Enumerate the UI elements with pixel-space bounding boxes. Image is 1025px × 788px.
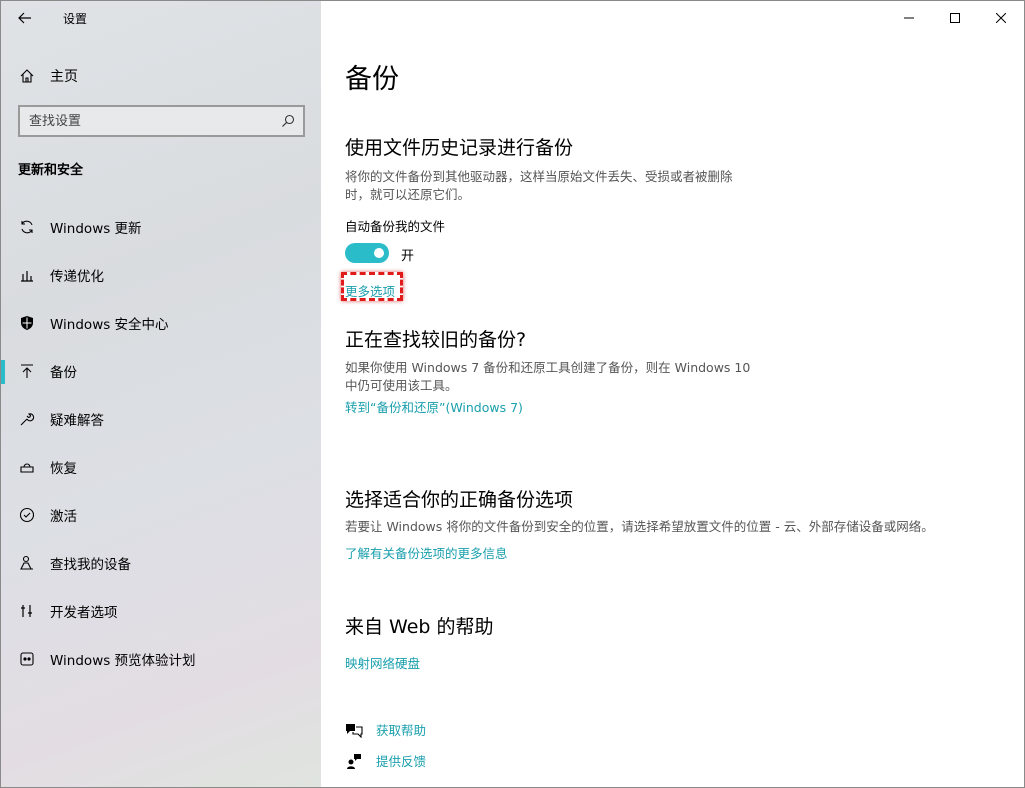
web-help-heading: 来自 Web 的帮助 <box>345 616 494 638</box>
sidebar-item-label: 疑难解答 <box>50 413 104 429</box>
back-arrow-icon <box>18 12 31 24</box>
toggle-knob <box>374 248 384 258</box>
backup-restore-link[interactable]: 转到“备份和还原”(Windows 7) <box>345 397 523 416</box>
auto-backup-label: 自动备份我的文件 <box>345 219 446 234</box>
sidebar-item-label: Windows 安全中心 <box>50 317 169 333</box>
sidebar-item-label: Windows 预览体验计划 <box>50 653 196 669</box>
sidebar-item-recovery[interactable]: 恢复 <box>1 443 321 491</box>
chat-help-icon <box>345 722 363 738</box>
sidebar-item-windows-update[interactable]: Windows 更新 <box>1 203 321 251</box>
desc-line: 将你的文件备份到其他驱动器，这样当原始文件丢失、受损或者被删除 <box>345 169 733 184</box>
minimize-button[interactable] <box>886 1 932 35</box>
maximize-button[interactable] <box>932 1 978 35</box>
delivery-icon <box>18 267 36 283</box>
older-backup-desc: 如果你使用 Windows 7 备份和还原工具创建了备份，则在 Windows … <box>345 359 750 395</box>
backup-icon <box>18 363 36 379</box>
search-box[interactable] <box>18 105 305 137</box>
search-input[interactable] <box>29 113 259 129</box>
insider-icon <box>18 651 36 667</box>
sidebar-home[interactable]: 主页 <box>1 59 321 93</box>
developer-icon <box>18 603 36 619</box>
sidebar-item-windows-insider[interactable]: Windows 预览体验计划 <box>1 635 321 683</box>
sidebar-item-backup[interactable]: 备份 <box>1 347 321 395</box>
home-label: 主页 <box>50 69 78 85</box>
desc-line: 如果你使用 Windows 7 备份和还原工具创建了备份，则在 Windows … <box>345 360 751 375</box>
more-options-link[interactable]: 更多选项 <box>345 281 395 300</box>
file-history-desc: 将你的文件备份到其他驱动器，这样当原始文件丢失、受损或者被删除 时，就可以还原它… <box>345 168 733 204</box>
refresh-icon <box>18 219 36 235</box>
recovery-icon <box>18 459 36 475</box>
section-title: 更新和安全 <box>18 163 84 178</box>
get-help-link[interactable]: 获取帮助 <box>345 720 426 739</box>
learn-more-link[interactable]: 了解有关备份选项的更多信息 <box>345 543 508 562</box>
window-controls <box>886 1 1024 35</box>
file-history-heading: 使用文件历史记录进行备份 <box>345 137 574 159</box>
desc-line: 中仍可使用该工具。 <box>345 378 458 393</box>
desc-line: 时，就可以还原它们。 <box>345 187 471 202</box>
sidebar-item-label: 备份 <box>50 365 77 381</box>
main-panel: 备份 使用文件历史记录进行备份 将你的文件备份到其他驱动器，这样当原始文件丢失、… <box>321 1 1024 787</box>
minimize-icon <box>904 17 914 19</box>
wrench-icon <box>18 411 36 427</box>
feedback-label: 提供反馈 <box>376 754 427 769</box>
sidebar-item-troubleshoot[interactable]: 疑难解答 <box>1 395 321 443</box>
sidebar: 设置 主页 更新和安全 Windows 更新 传 <box>1 1 321 787</box>
close-button[interactable] <box>978 1 1024 35</box>
settings-window: 设置 主页 更新和安全 Windows 更新 传 <box>0 0 1025 788</box>
get-help-label: 获取帮助 <box>376 723 427 738</box>
sidebar-item-find-my-device[interactable]: 查找我的设备 <box>1 539 321 587</box>
sidebar-item-security-center[interactable]: Windows 安全中心 <box>1 299 321 347</box>
toggle-state-label: 开 <box>401 249 415 264</box>
auto-backup-toggle[interactable] <box>345 243 389 263</box>
search-icon[interactable] <box>281 114 295 128</box>
sidebar-item-label: 开发者选项 <box>50 605 118 621</box>
feedback-link[interactable]: 提供反馈 <box>345 751 426 770</box>
page-title: 备份 <box>345 64 399 95</box>
sidebar-item-label: Windows 更新 <box>50 221 142 237</box>
check-circle-icon <box>18 507 36 523</box>
sidebar-item-label: 查找我的设备 <box>50 557 131 573</box>
right-option-heading: 选择适合你的正确备份选项 <box>345 489 574 511</box>
sidebar-item-activation[interactable]: 激活 <box>1 491 321 539</box>
title-bar: 设置 <box>1 1 321 35</box>
close-icon <box>996 13 1006 23</box>
home-icon <box>18 68 36 84</box>
sidebar-nav: Windows 更新 传递优化 Windows 安全中心 备份 疑难解答 恢复 … <box>1 203 321 683</box>
older-backup-heading: 正在查找较旧的备份? <box>345 329 527 351</box>
right-option-desc: 若要让 Windows 将你的文件备份到安全的位置，请选择希望放置文件的位置 -… <box>345 519 934 534</box>
back-button[interactable] <box>1 1 49 35</box>
find-device-icon <box>18 555 36 571</box>
sidebar-item-label: 激活 <box>50 509 77 525</box>
shield-icon <box>18 315 36 331</box>
sidebar-item-delivery-optimization[interactable]: 传递优化 <box>1 251 321 299</box>
feedback-icon <box>345 753 363 769</box>
map-network-drive-link[interactable]: 映射网络硬盘 <box>345 653 420 672</box>
sidebar-item-developer-options[interactable]: 开发者选项 <box>1 587 321 635</box>
app-title: 设置 <box>63 11 88 26</box>
sidebar-item-label: 传递优化 <box>50 269 104 285</box>
sidebar-item-label: 恢复 <box>50 461 77 477</box>
maximize-icon <box>950 13 960 23</box>
